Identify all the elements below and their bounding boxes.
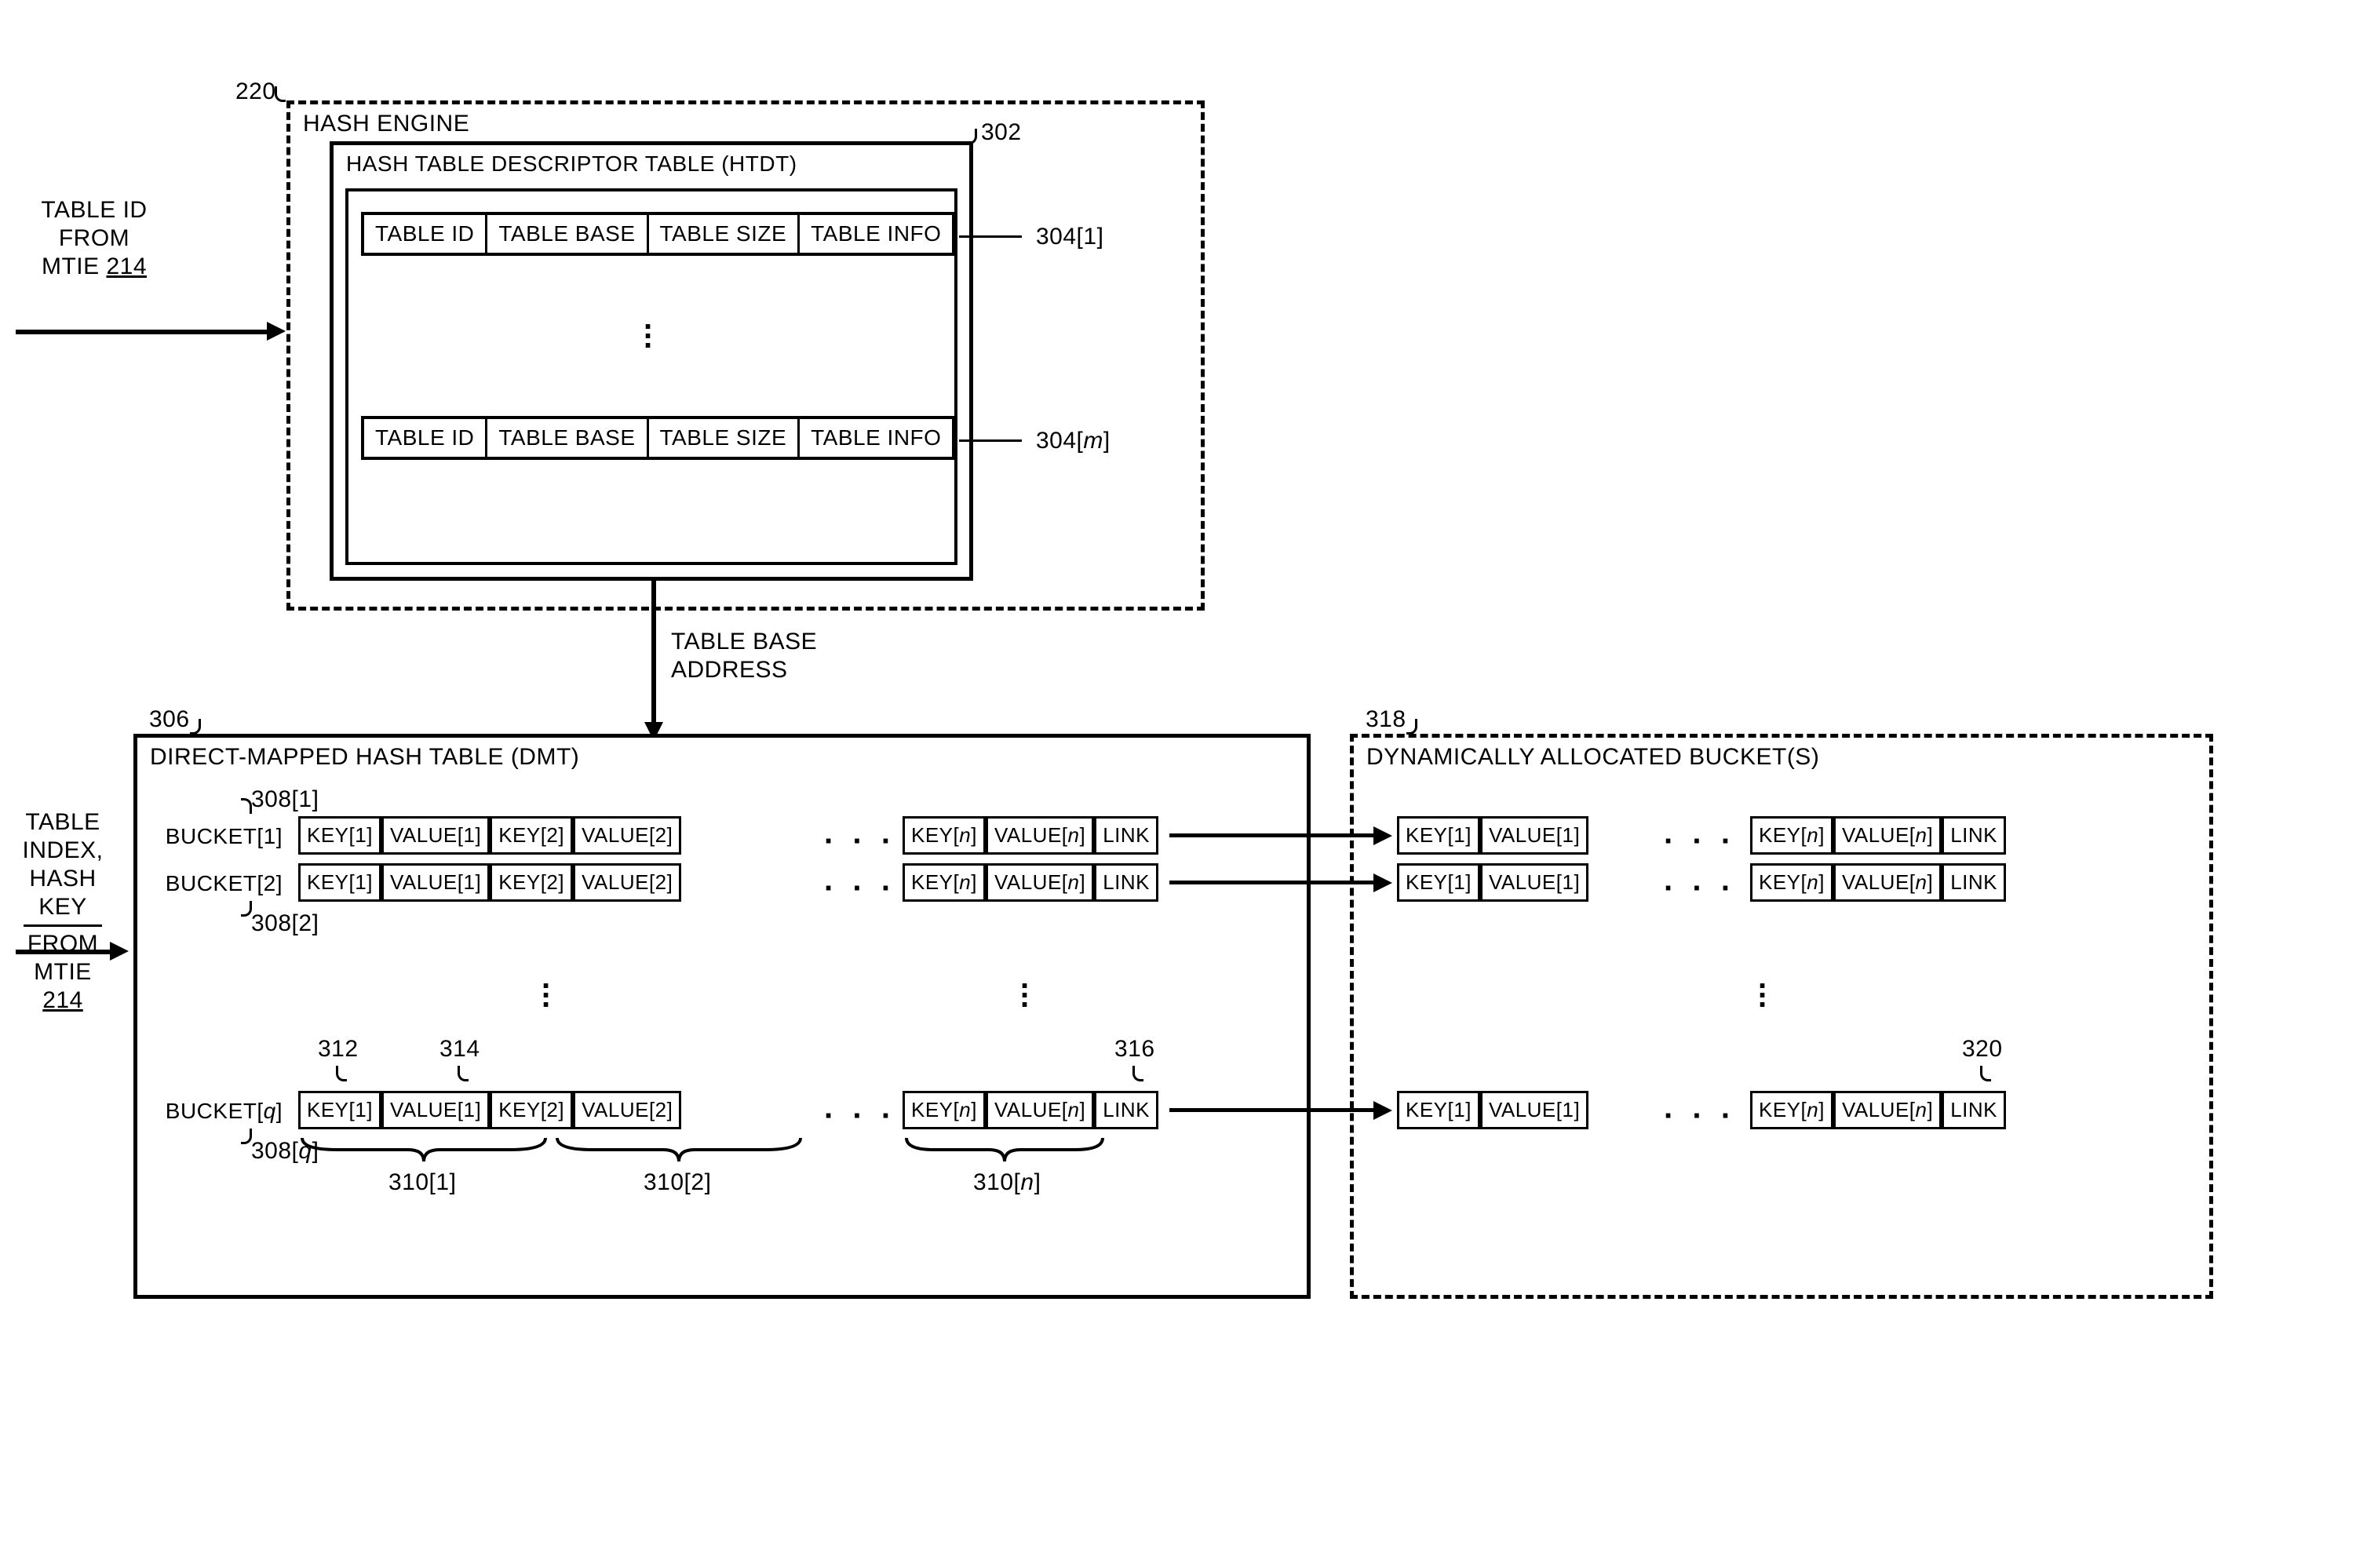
htdt-title: HASH TABLE DESCRIPTOR TABLE (HTDT) (346, 151, 797, 177)
diagram-canvas: 220 HASH ENGINE 302 HASH TABLE DESCRIPTO… (31, 31, 2307, 1522)
hash-engine-title: HASH ENGINE (303, 111, 469, 137)
ref-314: 314 (439, 1036, 480, 1063)
htdt-field-table-info: TABLE INFO (800, 215, 952, 253)
htdt-field-table-base-m: TABLE BASE (487, 419, 648, 457)
bucket-q-label: BUCKET[q] (149, 1099, 283, 1124)
ref-hash-engine: 220 (235, 78, 276, 105)
kv-v1: VALUE[1] (381, 816, 490, 855)
dyn-title: DYNAMICALLY ALLOCATED BUCKET(S) (1366, 744, 1819, 771)
ref-308-1: 308[1] (251, 786, 319, 813)
dyn-row-1-tail: KEY[n] VALUE[n] LINK (1750, 816, 2006, 855)
htdt-vdots: ... (644, 314, 654, 342)
bucket-q-tail: KEY[n] VALUE[n] LINK (903, 1091, 1158, 1129)
ref-320: 320 (1962, 1036, 2003, 1063)
bucket-q-row: KEY[1] VALUE[1] KEY[2] VALUE[2] (298, 1091, 681, 1129)
htdt-row-1: TABLE ID TABLE BASE TABLE SIZE TABLE INF… (361, 212, 955, 256)
bucket-2-row: KEY[1] VALUE[1] KEY[2] VALUE[2] (298, 863, 681, 902)
bucket-2-label: BUCKET[2] (149, 871, 283, 896)
htdt-field-table-size-m: TABLE SIZE (649, 419, 801, 457)
dmt-title: DIRECT-MAPPED HASH TABLE (DMT) (150, 744, 579, 771)
htdt-field-table-size: TABLE SIZE (649, 215, 801, 253)
bucket-1-hdots: · · · (824, 824, 896, 859)
ref-310-n: 310[n] (973, 1169, 1041, 1196)
table-base-address-label: TABLE BASEADDRESS (671, 628, 817, 684)
htdt-field-table-info-m: TABLE INFO (800, 419, 952, 457)
ref-316: 316 (1114, 1036, 1155, 1063)
dyn-row-q-tail: KEY[n] VALUE[n] LINK (1750, 1091, 2006, 1129)
bucket-2-tail: KEY[n] VALUE[n] LINK (903, 863, 1158, 902)
ref-312: 312 (318, 1036, 359, 1063)
input-table-id-label: TABLE IDFROMMTIE 214 (16, 196, 173, 281)
input-table-index-label: TABLEINDEX,HASHKEYFROMMTIE214 (16, 808, 110, 1015)
dyn-row-2-tail: KEY[n] VALUE[n] LINK (1750, 863, 2006, 902)
bucket-1-label: BUCKET[1] (149, 824, 283, 849)
htdt-field-table-base: TABLE BASE (487, 215, 648, 253)
ref-318: 318 (1366, 706, 1406, 733)
ref-310-1: 310[1] (388, 1169, 456, 1196)
ref-dmt: 306 (149, 706, 190, 733)
ref-htdt-row-m: 304[m] (1036, 428, 1111, 454)
brace-310-1 (298, 1134, 549, 1173)
kv-link: LINK (1094, 816, 1158, 855)
kv-k2: KEY[2] (490, 816, 573, 855)
brace-310-n (903, 1134, 1107, 1173)
kv-vn: VALUE[n] (986, 816, 1094, 855)
brace-310-2 (553, 1134, 804, 1173)
dyn-row-2-head: KEY[1] VALUE[1] (1397, 863, 1588, 902)
dyn-row-1-head: KEY[1] VALUE[1] (1397, 816, 1588, 855)
ref-htdt: 302 (981, 119, 1022, 146)
htdt-field-table-id: TABLE ID (364, 215, 487, 253)
kv-v2: VALUE[2] (573, 816, 681, 855)
kv-k1: KEY[1] (298, 816, 381, 855)
bucket-1-row: KEY[1] VALUE[1] KEY[2] VALUE[2] (298, 816, 681, 855)
ref-308-2: 308[2] (251, 910, 319, 937)
dyn-row-q-head: KEY[1] VALUE[1] (1397, 1091, 1588, 1129)
ref-htdt-row-1: 304[1] (1036, 224, 1103, 250)
htdt-row-m: TABLE ID TABLE BASE TABLE SIZE TABLE INF… (361, 416, 955, 460)
bucket-1-tail: KEY[n] VALUE[n] LINK (903, 816, 1158, 855)
htdt-field-table-id-m: TABLE ID (364, 419, 487, 457)
ref-310-2: 310[2] (644, 1169, 711, 1196)
kv-kn: KEY[n] (903, 816, 986, 855)
